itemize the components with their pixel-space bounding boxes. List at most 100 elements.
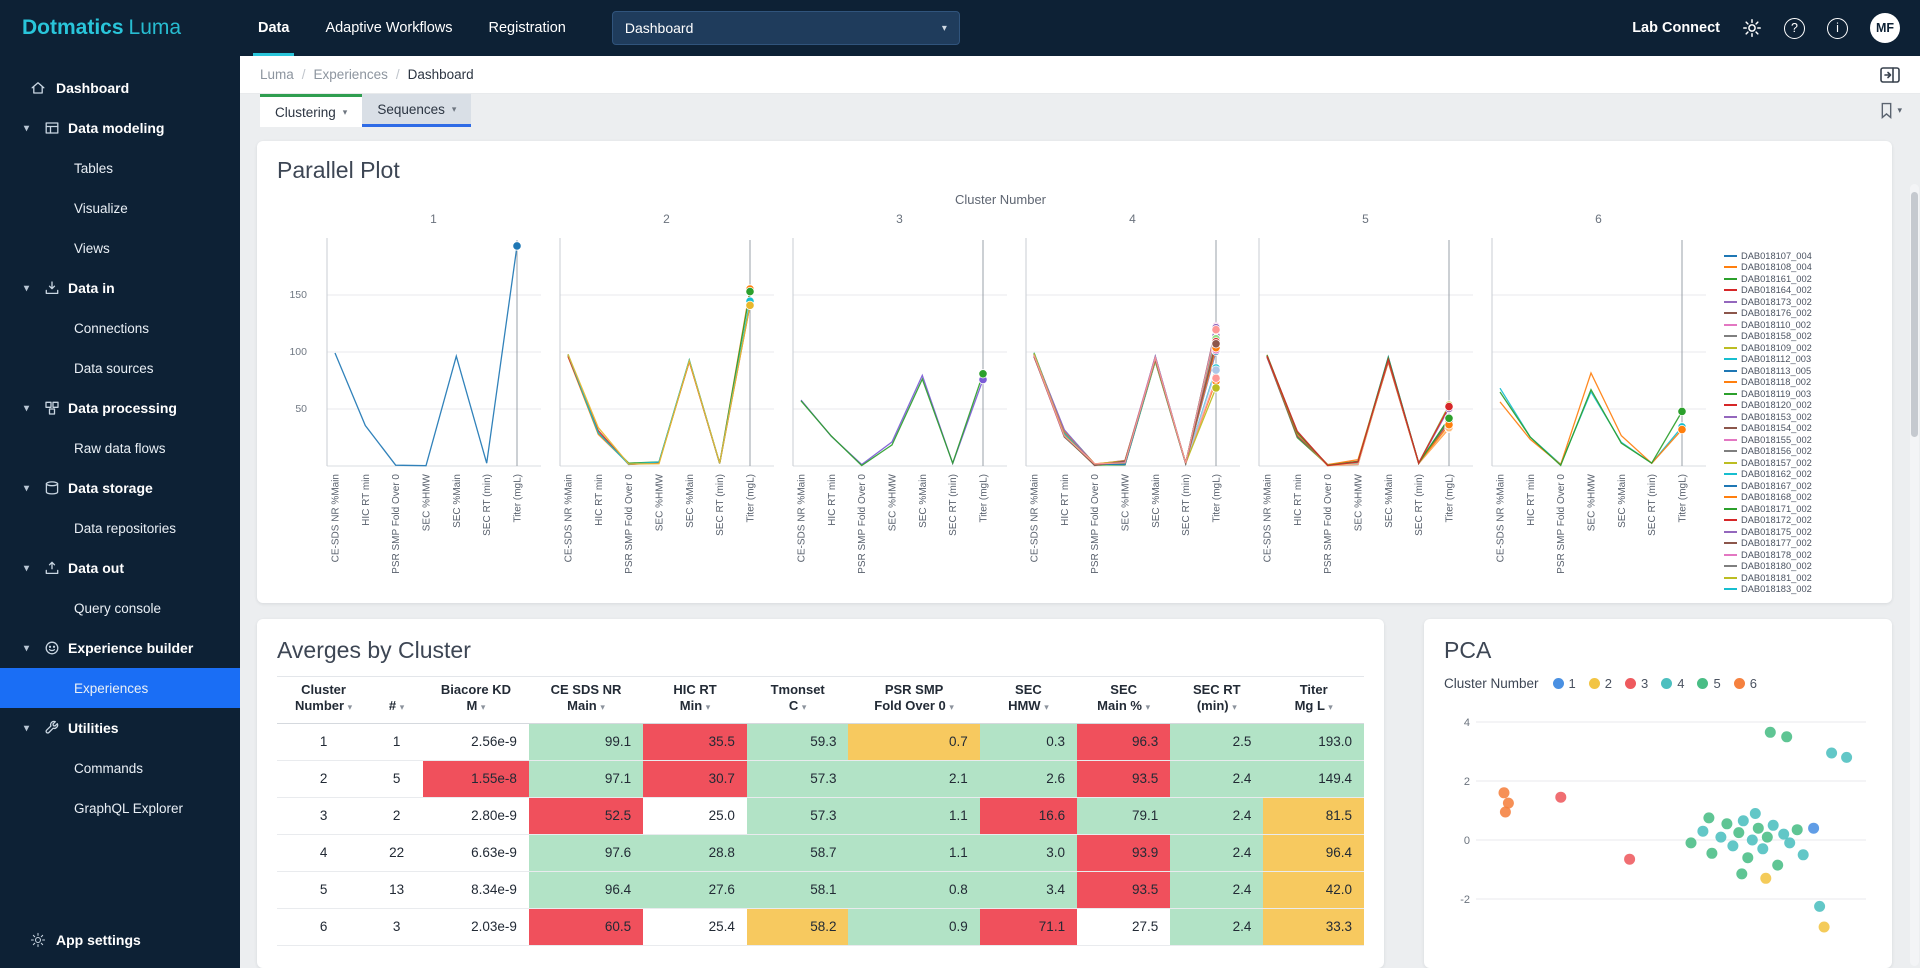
legend-item[interactable]: DAB018162_002	[1724, 469, 1872, 481]
sidebar-item-graphql-explorer[interactable]: GraphQL Explorer	[0, 788, 240, 828]
table-cell: 0.9	[848, 908, 980, 946]
legend-item[interactable]: DAB018175_002	[1724, 526, 1872, 538]
parallel-panel-1: 1 CE-SDS NR %Main HIC RT min PSR SMP Fold O…	[321, 212, 546, 583]
legend-item[interactable]: DAB018119_003	[1724, 388, 1872, 400]
sidebar-item-data-repositories[interactable]: Data repositories	[0, 508, 240, 548]
sidebar-item-experiences[interactable]: Experiences	[0, 668, 240, 708]
column-header-hic-rt-min[interactable]: HIC RT Min ▾	[643, 676, 747, 724]
pca-legend-item-3[interactable]: 3	[1625, 676, 1648, 691]
sidebar-item-tables[interactable]: Tables	[0, 148, 240, 188]
legend-item[interactable]: DAB018164_002	[1724, 285, 1872, 297]
lab-connect-link[interactable]: Lab Connect	[1632, 20, 1720, 36]
legend-item[interactable]: DAB018168_002	[1724, 492, 1872, 504]
legend-item[interactable]: DAB018154_002	[1724, 423, 1872, 435]
legend-item[interactable]: DAB018167_002	[1724, 480, 1872, 492]
column-header-sec-main[interactable]: SEC Main % ▾	[1077, 676, 1171, 724]
legend-item[interactable]: DAB018120_002	[1724, 400, 1872, 412]
sort-caret-icon: ▾	[399, 702, 405, 713]
parallel-panel-5: 5 CE-SDS NR %Main HIC RT min PSR SMP Fold O…	[1253, 212, 1478, 583]
legend-item[interactable]: DAB018113_005	[1724, 365, 1872, 377]
column-header-cluster-number[interactable]: Cluster Number ▾	[277, 676, 371, 724]
legend-item[interactable]: DAB018108_004	[1724, 262, 1872, 274]
tab-sequences[interactable]: Sequences ▾	[362, 94, 472, 127]
sidebar-item-views[interactable]: Views	[0, 228, 240, 268]
legend-item[interactable]: DAB018153_002	[1724, 411, 1872, 423]
parallel-panels-row: 50 100 150 1 CE-SDS NR %Main HIC RT min PSR S…	[277, 212, 1724, 583]
legend-item[interactable]: DAB018112_003	[1724, 354, 1872, 366]
sort-caret-icon: ▾	[949, 702, 954, 713]
column-header-biacore-kd-m[interactable]: Biacore KD M ▾	[423, 676, 529, 724]
sidebar-item-data-modeling[interactable]: ▾ Data modeling	[0, 108, 240, 148]
legend-item[interactable]: DAB018172_002	[1724, 515, 1872, 527]
sidebar-item-app-settings[interactable]: App settings	[0, 920, 240, 960]
scrollbar-thumb[interactable]	[1911, 192, 1918, 437]
table-cell: 1	[370, 723, 424, 761]
legend-item[interactable]: DAB018156_002	[1724, 446, 1872, 458]
column-header-[interactable]: # ▾	[370, 676, 424, 724]
pca-legend-item-6[interactable]: 6	[1733, 676, 1757, 691]
legend-item[interactable]: DAB018181_002	[1724, 572, 1872, 584]
table-cell: 6.63e-9	[423, 834, 529, 872]
user-avatar[interactable]: MF	[1870, 13, 1900, 43]
legend-series-id: DAB018176_002	[1741, 308, 1812, 319]
tab-clustering[interactable]: Clustering ▾	[260, 94, 363, 127]
info-icon[interactable]: i	[1827, 17, 1848, 39]
legend-item[interactable]: DAB018107_004	[1724, 250, 1872, 262]
experience-tab-bar: Clustering ▾ Sequences ▾ ▾	[240, 94, 1920, 127]
nav-item-data[interactable]: Data	[240, 0, 307, 56]
pca-legend-item-1[interactable]: 1	[1552, 676, 1576, 691]
legend-item[interactable]: DAB018158_002	[1724, 331, 1872, 343]
nav-item-adaptive-workflows[interactable]: Adaptive Workflows	[307, 0, 470, 56]
legend-item[interactable]: DAB018173_002	[1724, 296, 1872, 308]
pca-legend-item-2[interactable]: 2	[1588, 676, 1612, 691]
column-header-psr-smp-fold-over-0[interactable]: PSR SMP Fold Over 0 ▾	[848, 676, 980, 724]
legend-item[interactable]: DAB018109_002	[1724, 342, 1872, 354]
column-header-titer-mg-l[interactable]: Titer Mg L ▾	[1263, 676, 1364, 724]
legend-item[interactable]: DAB018161_002	[1724, 273, 1872, 285]
vertical-scrollbar[interactable]	[1910, 184, 1919, 966]
sidebar-item-query-console[interactable]: Query console	[0, 588, 240, 628]
legend-item[interactable]: DAB018178_002	[1724, 549, 1872, 561]
legend-item[interactable]: DAB018177_002	[1724, 538, 1872, 550]
sidebar-item-raw-data-flows[interactable]: Raw data flows	[0, 428, 240, 468]
sidebar-item-connections[interactable]: Connections	[0, 308, 240, 348]
pca-legend-item-4[interactable]: 4	[1661, 676, 1684, 691]
column-header-sec-hmw[interactable]: SEC HMW ▾	[979, 676, 1078, 724]
legend-item[interactable]: DAB018155_002	[1724, 434, 1872, 446]
legend-item[interactable]: DAB018176_002	[1724, 308, 1872, 320]
sidebar-item-dashboard[interactable]: Dashboard	[0, 68, 240, 108]
legend-item[interactable]: DAB018180_002	[1724, 561, 1872, 573]
legend-item[interactable]: DAB018171_002	[1724, 503, 1872, 515]
sidebar-item-commands[interactable]: Commands	[0, 748, 240, 788]
sidebar-item-data-in[interactable]: ▾ Data in	[0, 268, 240, 308]
help-icon[interactable]: ?	[1784, 17, 1805, 39]
legend-item[interactable]: DAB018157_002	[1724, 457, 1872, 469]
panel-collapse-icon[interactable]	[1880, 66, 1900, 83]
sidebar-item-data-sources[interactable]: Data sources	[0, 348, 240, 388]
column-header-sec-rt-min[interactable]: SEC RT (min) ▾	[1170, 676, 1264, 724]
dashboard-selector[interactable]: Dashboard ▾	[611, 11, 960, 45]
sidebar-item-utilities[interactable]: ▾ Utilities	[0, 708, 240, 748]
pca-legend-item-5[interactable]: 5	[1697, 676, 1721, 691]
sidebar-item-data-out[interactable]: ▾ Data out	[0, 548, 240, 588]
data-out-icon	[44, 560, 68, 576]
bookmark-button[interactable]: ▾	[1880, 94, 1920, 127]
table-cell: 2.80e-9	[423, 797, 529, 835]
column-header-tmonset-c[interactable]: Tmonset C ▾	[746, 676, 849, 724]
legend-item[interactable]: DAB018183_002	[1724, 584, 1872, 596]
gear-icon[interactable]	[1742, 18, 1762, 38]
sort-caret-icon: ▾	[801, 702, 807, 713]
table-cell: 2	[277, 760, 371, 798]
svg-text:SEC %Main: SEC %Main	[918, 474, 929, 528]
column-header-ce-sds-nr-main[interactable]: CE SDS NR Main ▾	[528, 676, 644, 724]
breadcrumb-luma[interactable]: Luma	[260, 67, 294, 82]
table-cell: 0.7	[848, 723, 980, 761]
sidebar-item-experience-builder[interactable]: ▾ Experience builder	[0, 628, 240, 668]
legend-item[interactable]: DAB018118_002	[1724, 377, 1872, 389]
sidebar-item-data-processing[interactable]: ▾ Data processing	[0, 388, 240, 428]
sidebar-item-data-storage[interactable]: ▾ Data storage	[0, 468, 240, 508]
legend-item[interactable]: DAB018110_002	[1724, 319, 1872, 331]
breadcrumb-experiences[interactable]: Experiences	[314, 67, 388, 82]
nav-item-registration[interactable]: Registration	[471, 0, 584, 56]
sidebar-item-visualize[interactable]: Visualize	[0, 188, 240, 228]
